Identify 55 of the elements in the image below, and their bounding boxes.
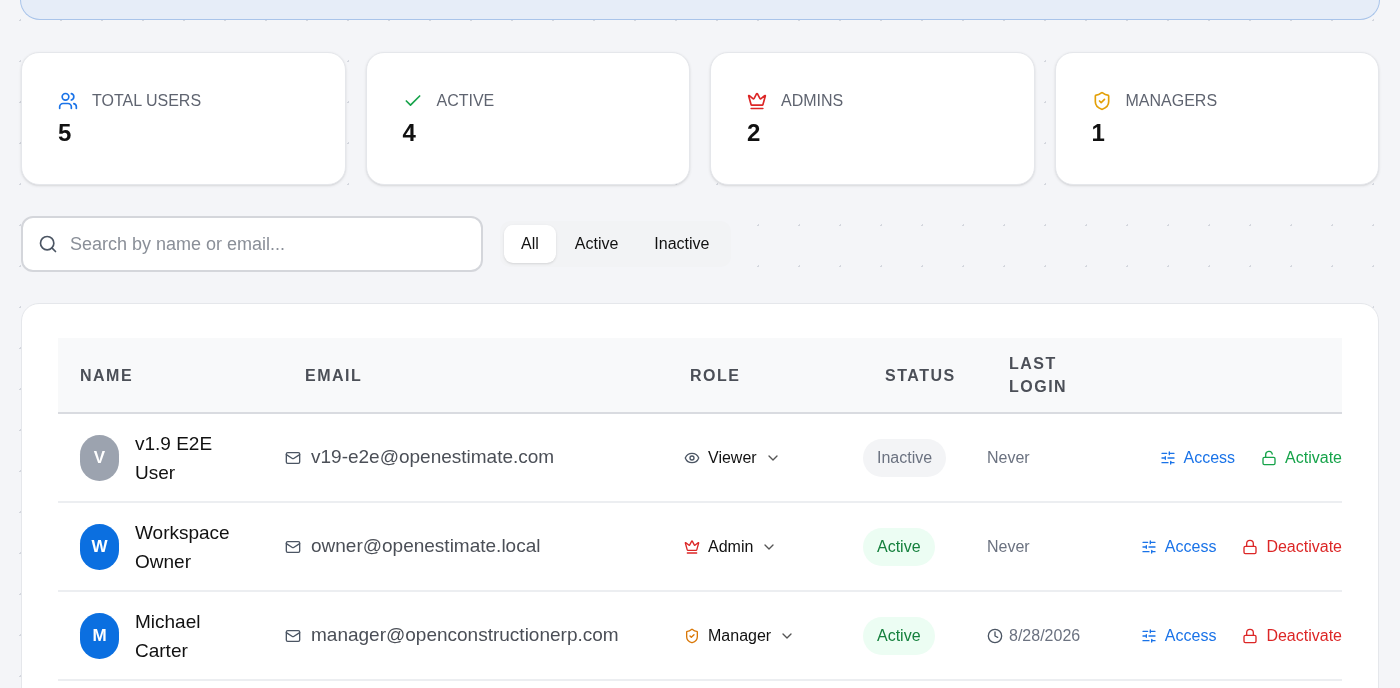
avatar: V <box>80 434 119 481</box>
role-dropdown[interactable]: Viewer <box>668 445 781 470</box>
stat-value: 1 <box>1091 121 1106 145</box>
status-badge: Active <box>863 527 935 566</box>
action-link[interactable]: Access <box>1159 445 1236 470</box>
filter-tab[interactable]: Active <box>557 225 636 263</box>
sliders-icon <box>1140 627 1157 644</box>
search-icon <box>38 234 58 254</box>
status-badge: Inactive <box>863 438 947 477</box>
last-login-text: 8/28/2026 <box>1009 625 1081 646</box>
crown-icon <box>747 91 767 111</box>
email-text: owner@openestimate.local <box>311 534 541 559</box>
clock-icon <box>987 627 1003 644</box>
sliders-icon <box>1140 538 1157 555</box>
user-name: Workspace Owner <box>135 520 231 574</box>
last-login-text: Never <box>987 447 1030 468</box>
email-text: manager@openconstructionerp.com <box>311 623 619 648</box>
stat-label: ADMINS <box>781 91 844 111</box>
role-dropdown[interactable]: Manager <box>668 623 796 648</box>
last-login-text: Never <box>987 536 1030 557</box>
crown-icon <box>684 538 700 555</box>
action-link[interactable]: Access <box>1140 534 1217 559</box>
mail-icon <box>285 538 301 555</box>
padlock-icon <box>1242 538 1259 555</box>
padlock-icon <box>1242 627 1259 644</box>
shield-check-icon <box>684 627 700 644</box>
column-header: LAST LOGIN <box>1008 354 1069 397</box>
email-text: v19-e2e@openestimate.com <box>311 445 555 470</box>
action-link[interactable]: Deactivate <box>1242 623 1342 648</box>
action-link[interactable]: Deactivate <box>1242 534 1342 559</box>
stat-label: TOTAL USERS <box>92 91 202 111</box>
avatar: W <box>80 523 119 570</box>
search-field[interactable]: Search by name or email... <box>21 216 483 272</box>
avatar: M <box>80 612 119 659</box>
column-header: STATUS <box>884 365 957 386</box>
filter-tab[interactable]: All <box>504 225 556 263</box>
stat-value: 2 <box>747 121 762 145</box>
unlocked-padlock-icon <box>1261 449 1278 466</box>
column-header: NAME <box>79 365 135 386</box>
stat-label: MANAGERS <box>1125 91 1218 111</box>
column-header: ROLE <box>689 365 742 386</box>
role-dropdown[interactable]: Admin <box>668 534 778 559</box>
user-name: v1.9 E2E User <box>135 431 214 485</box>
stat-label: ACTIVE <box>436 91 495 111</box>
stat-value: 4 <box>402 121 417 145</box>
user-name: Michael Carter <box>135 609 202 663</box>
mail-icon <box>285 627 301 644</box>
action-link[interactable]: Access <box>1140 623 1217 648</box>
stat-value: 5 <box>58 121 73 145</box>
column-header: EMAIL <box>304 365 364 386</box>
sliders-icon <box>1159 449 1176 466</box>
filter-tab[interactable]: Inactive <box>637 225 727 263</box>
users-icon <box>58 91 78 111</box>
status-badge: Active <box>863 616 935 655</box>
mail-icon <box>285 449 301 466</box>
